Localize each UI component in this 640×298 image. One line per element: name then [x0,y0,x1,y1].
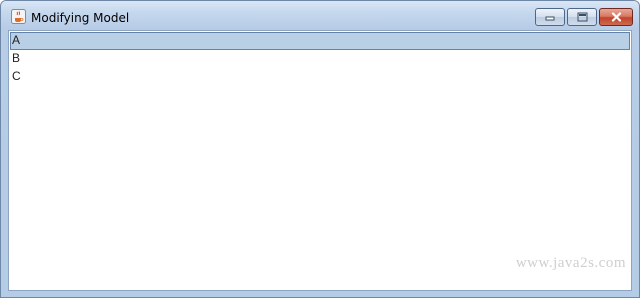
list-scroll-pane: A B C www.java2s.com [8,30,632,291]
minimize-icon [545,16,555,21]
java-icon [11,9,26,24]
list-item-a[interactable]: A [10,32,630,50]
watermark: www.java2s.com [515,255,626,271]
item-list[interactable]: A B C www.java2s.com [10,32,630,289]
title-bar[interactable]: Modifying Model [1,1,639,30]
list-item-c[interactable]: C [10,68,630,86]
application-window: Modifying Model A B C www.java2s.com [0,0,640,298]
list-item-b[interactable]: B [10,50,630,68]
close-icon [611,12,621,22]
maximize-icon [577,12,587,22]
close-button[interactable] [599,8,633,26]
window-title: Modifying Model [31,11,130,25]
maximize-button[interactable] [567,8,597,26]
minimize-button[interactable] [535,8,565,26]
